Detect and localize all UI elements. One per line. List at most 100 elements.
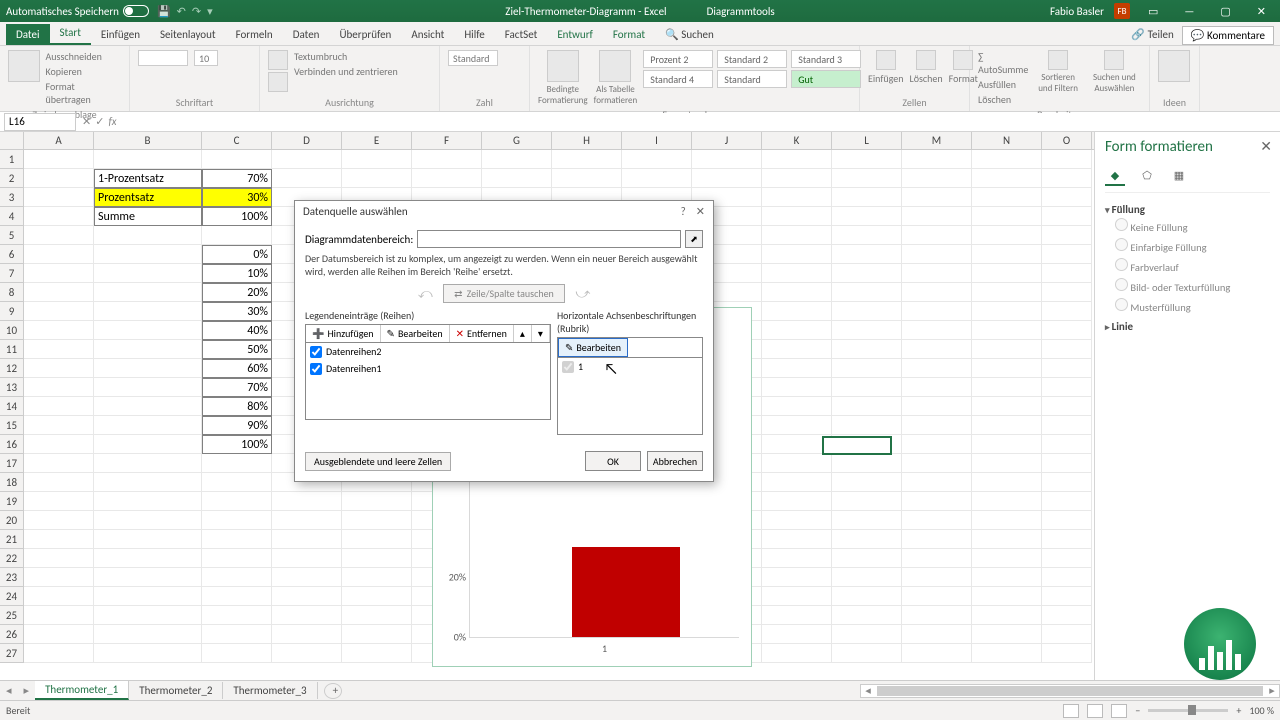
cell[interactable] <box>1042 245 1092 264</box>
cell[interactable] <box>902 644 972 663</box>
scroll-right-icon[interactable]: ▸ <box>1265 684 1279 697</box>
cell[interactable] <box>832 150 902 169</box>
chart-range-input[interactable] <box>417 230 681 248</box>
cell[interactable] <box>972 511 1042 530</box>
tab-file[interactable]: Datei <box>6 24 50 45</box>
cell[interactable] <box>24 644 94 663</box>
col-header[interactable]: D <box>272 132 342 149</box>
cell[interactable] <box>832 302 902 321</box>
ok-button[interactable]: OK <box>585 451 641 471</box>
row-header[interactable]: 26 <box>0 625 24 644</box>
cell[interactable] <box>972 530 1042 549</box>
cell[interactable] <box>972 207 1042 226</box>
cell[interactable] <box>342 511 412 530</box>
cell[interactable] <box>762 625 832 644</box>
cell[interactable] <box>762 188 832 207</box>
cell[interactable] <box>832 169 902 188</box>
cell[interactable] <box>24 397 94 416</box>
row-header[interactable]: 10 <box>0 321 24 340</box>
row-header[interactable]: 12 <box>0 359 24 378</box>
cell[interactable] <box>202 473 272 492</box>
cell[interactable] <box>832 473 902 492</box>
cell[interactable]: 1-Prozentsatz <box>94 169 202 188</box>
sheet-tab-2[interactable]: Thermometer_2 <box>129 682 223 699</box>
cell[interactable] <box>24 549 94 568</box>
cell[interactable] <box>1042 397 1092 416</box>
cell[interactable] <box>902 587 972 606</box>
cell[interactable] <box>24 454 94 473</box>
cell[interactable] <box>1042 473 1092 492</box>
cell[interactable] <box>972 378 1042 397</box>
cell[interactable] <box>272 587 342 606</box>
cell[interactable] <box>24 416 94 435</box>
cell[interactable] <box>1042 587 1092 606</box>
minimize-icon[interactable]: — <box>1176 5 1202 18</box>
col-header[interactable]: M <box>902 132 972 149</box>
clear-button[interactable]: Löschen <box>978 93 1028 106</box>
cell[interactable] <box>762 264 832 283</box>
cell[interactable]: 70% <box>202 169 272 188</box>
cell[interactable] <box>94 416 202 435</box>
sheet-nav-next-icon[interactable]: ▸ <box>18 684 36 697</box>
wrap-text-button[interactable]: Textumbruch <box>294 50 398 63</box>
col-header[interactable]: A <box>24 132 94 149</box>
fill-header[interactable]: Füllung <box>1105 203 1270 216</box>
cell[interactable] <box>202 226 272 245</box>
cell[interactable] <box>762 340 832 359</box>
row-header[interactable]: 6 <box>0 245 24 264</box>
row-header[interactable]: 8 <box>0 283 24 302</box>
cell[interactable] <box>342 625 412 644</box>
cell[interactable] <box>972 245 1042 264</box>
cell[interactable] <box>342 568 412 587</box>
cell[interactable] <box>902 321 972 340</box>
cell[interactable] <box>902 283 972 302</box>
cell[interactable] <box>24 340 94 359</box>
cell[interactable] <box>972 169 1042 188</box>
row-header[interactable]: 24 <box>0 587 24 606</box>
cell[interactable] <box>902 245 972 264</box>
zoom-slider[interactable] <box>1148 709 1228 712</box>
cell[interactable] <box>972 359 1042 378</box>
cell[interactable] <box>202 568 272 587</box>
cell[interactable] <box>832 492 902 511</box>
cell[interactable] <box>622 150 692 169</box>
fill-line-tab-icon[interactable]: ◆ <box>1105 166 1125 186</box>
row-header[interactable]: 21 <box>0 530 24 549</box>
cell[interactable] <box>24 511 94 530</box>
cell[interactable] <box>972 302 1042 321</box>
col-header[interactable]: G <box>482 132 552 149</box>
cell[interactable] <box>24 568 94 587</box>
cell[interactable] <box>832 568 902 587</box>
cell[interactable] <box>94 302 202 321</box>
cell[interactable] <box>202 625 272 644</box>
col-header[interactable]: L <box>832 132 902 149</box>
zoom-out-icon[interactable]: − <box>1135 704 1140 717</box>
cell[interactable] <box>762 169 832 188</box>
cell[interactable] <box>24 530 94 549</box>
col-header[interactable]: O <box>1042 132 1092 149</box>
cell[interactable] <box>1042 340 1092 359</box>
cell[interactable] <box>272 644 342 663</box>
cell[interactable] <box>202 511 272 530</box>
cell[interactable] <box>94 321 202 340</box>
cell[interactable] <box>272 150 342 169</box>
cell[interactable] <box>762 530 832 549</box>
cell[interactable] <box>902 207 972 226</box>
style-standard[interactable]: Standard <box>717 70 787 88</box>
cell[interactable] <box>272 492 342 511</box>
maximize-icon[interactable]: ▢ <box>1212 5 1238 18</box>
row-header[interactable]: 27 <box>0 644 24 663</box>
cell[interactable] <box>762 568 832 587</box>
cell[interactable] <box>832 226 902 245</box>
cell[interactable] <box>762 226 832 245</box>
cell[interactable] <box>1042 302 1092 321</box>
cell[interactable] <box>1042 492 1092 511</box>
cell[interactable] <box>762 492 832 511</box>
sheet-nav-prev-icon[interactable]: ◂ <box>0 684 18 697</box>
font-size-combo[interactable]: 10 <box>194 50 218 66</box>
cell[interactable] <box>482 150 552 169</box>
align-icon[interactable] <box>268 72 288 92</box>
align-icon[interactable] <box>268 50 288 70</box>
cell[interactable] <box>202 492 272 511</box>
category-listbox[interactable]: 1 <box>557 357 703 435</box>
